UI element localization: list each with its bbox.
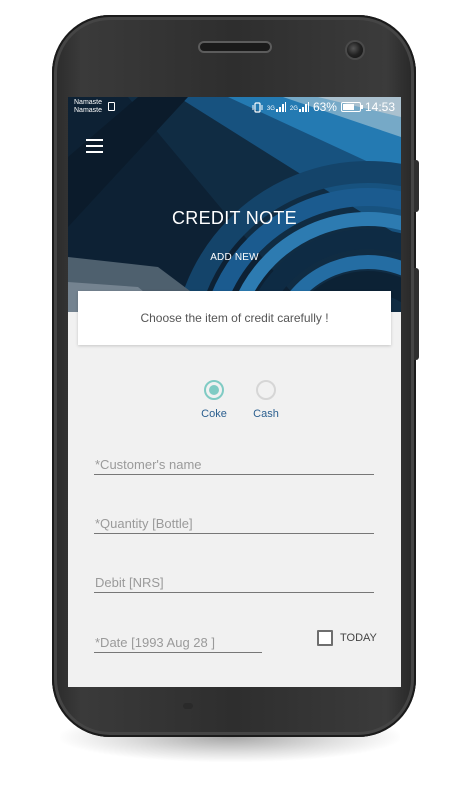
hamburger-menu-icon[interactable] — [86, 139, 103, 153]
checkbox-icon[interactable] — [317, 630, 333, 646]
battery-icon — [340, 102, 363, 112]
status-carrier: Namaste Namaste — [74, 99, 102, 115]
status-bar-right: 3G 2G 63% 14:53 — [252, 100, 395, 114]
front-camera — [347, 42, 363, 58]
radio-option-cash[interactable]: Cash — [246, 380, 286, 420]
radio-option-coke[interactable]: Coke — [194, 380, 234, 420]
debit-input[interactable] — [94, 573, 374, 592]
signal-bars-icon — [275, 102, 286, 112]
radio-unchecked-icon[interactable] — [256, 380, 276, 400]
date-field — [94, 633, 262, 653]
debit-field — [94, 573, 374, 593]
signal-2g-icon: 2G — [290, 102, 309, 112]
customer-name-field — [94, 455, 374, 475]
volume-button — [414, 268, 419, 360]
quantity-input[interactable] — [94, 514, 374, 533]
vibrate-icon — [252, 101, 263, 113]
earpiece-speaker — [200, 43, 270, 51]
carrier-name-2: Namaste — [74, 107, 103, 114]
page-subtitle: ADD NEW — [210, 252, 259, 263]
date-input[interactable] — [94, 633, 262, 652]
device-logo — [183, 703, 193, 709]
network-type-1: 3G — [266, 106, 275, 112]
carrier-name-1: Namaste — [74, 99, 103, 106]
radio-label-cash: Cash — [253, 408, 279, 420]
power-button — [414, 160, 419, 212]
header-banner: Namaste Namaste 3G 2G 63% 14:53 CREDIT N… — [68, 97, 401, 312]
app-screen: Namaste Namaste 3G 2G 63% 14:53 CREDIT N… — [68, 97, 401, 687]
page-title: CREDIT NOTE — [172, 208, 297, 228]
today-label: TODAY — [340, 632, 377, 644]
radio-label-coke: Coke — [201, 408, 227, 420]
credit-item-radio-group: Coke Cash — [194, 380, 286, 420]
hint-text: Choose the item of credit carefully ! — [140, 311, 329, 325]
hint-card: Choose the item of credit carefully ! — [78, 291, 391, 345]
sim-icon — [108, 102, 115, 111]
radio-checked-icon[interactable] — [204, 380, 224, 400]
customer-name-input[interactable] — [94, 455, 374, 474]
network-type-2: 2G — [289, 106, 298, 112]
battery-percent: 63% — [312, 100, 337, 114]
signal-3g-icon: 3G — [267, 102, 286, 112]
today-checkbox[interactable]: TODAY — [317, 630, 377, 646]
signal-bars-icon — [298, 102, 309, 112]
quantity-field — [94, 514, 374, 534]
header-background-art — [68, 97, 401, 312]
clock: 14:53 — [364, 100, 395, 114]
